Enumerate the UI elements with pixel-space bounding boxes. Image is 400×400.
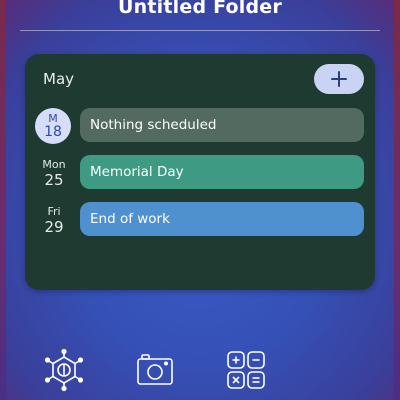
today-date-badge: M 18 [35,108,71,144]
day-of-week: Mon [42,157,66,171]
day-number: 29 [44,217,64,236]
title-divider [20,30,380,31]
event-memorial-day[interactable]: Memorial Day [80,155,364,189]
day-of-week: Fri [47,204,61,218]
folder-title[interactable]: Untitled Folder [0,0,400,18]
event-end-of-work[interactable]: End of work [80,202,364,236]
day-of-week: M [48,111,58,125]
plus-icon [331,71,347,87]
event-nothing-scheduled[interactable]: Nothing scheduled [80,108,364,142]
agenda-row-today: M 18 Nothing scheduled [25,108,375,144]
date-label: Fri 29 [35,202,73,238]
hexagon-network-icon[interactable] [42,348,86,392]
agenda-row: Mon 25 Memorial Day [25,155,375,191]
app-dock [0,348,400,400]
date-label: Mon 25 [35,155,73,191]
day-number: 25 [44,170,64,189]
day-number: 18 [44,123,62,140]
agenda-row: Fri 29 End of work [25,202,375,238]
right-edge-decoration [394,0,400,400]
camera-icon[interactable] [133,348,177,392]
add-event-button[interactable] [314,64,364,94]
month-label: May [43,70,75,88]
left-edge-decoration [0,0,6,400]
calculator-icon[interactable] [224,348,268,392]
calendar-widget[interactable]: May M 18 Nothing scheduled Mon 25 Memori… [25,54,375,290]
